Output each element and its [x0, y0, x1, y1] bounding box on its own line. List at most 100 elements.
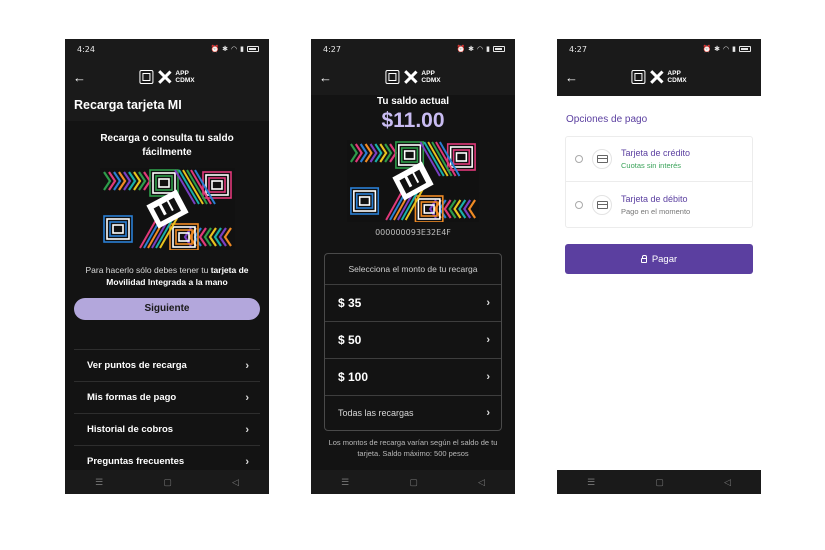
back-arrow-icon[interactable]: ←	[73, 70, 89, 85]
options-menu: Ver puntos de recarga › Mis formas de pag…	[74, 349, 260, 477]
cdmx-x-icon	[403, 70, 417, 84]
next-button[interactable]: Siguiente	[74, 298, 260, 320]
app-cdmx-logo: APP CDMX	[631, 70, 687, 84]
payment-option-subtitle: Pago en el momento	[621, 206, 691, 216]
status-time: 4:27	[323, 44, 341, 54]
balance-value: $11.00	[381, 109, 445, 132]
payment-option-subtitle: Cuotas sin interés	[621, 161, 682, 170]
amount-option-35[interactable]: $ 35 ›	[325, 285, 501, 322]
signal-icon: ▮	[486, 45, 490, 53]
amount-selector: Selecciona el monto de tu recarga $ 35 › …	[324, 253, 502, 431]
amount-option-50[interactable]: $ 50 ›	[325, 322, 501, 359]
radio-button[interactable]	[575, 200, 583, 209]
amount-prompt: Selecciona el monto de tu recarga	[325, 254, 501, 285]
cdmx-x-icon	[649, 70, 663, 84]
status-icons: ⏰ ✱ ◠ ▮	[210, 45, 259, 53]
alarm-icon: ⏰	[702, 45, 712, 53]
menu-item-historial[interactable]: Historial de cobros ›	[74, 413, 260, 445]
radio-button[interactable]	[575, 155, 583, 163]
status-bar: 4:27 ⏰ ✱ ◠ ▮	[557, 39, 761, 59]
instructions-text: Para hacerlo sólo debes tener tu tarjeta…	[85, 265, 249, 287]
battery-icon	[247, 46, 259, 52]
status-bar: 4:27 ⏰ ✱ ◠ ▮	[311, 39, 515, 59]
status-icons: ⏰ ✱ ◠ ▮	[456, 45, 505, 53]
back-triangle-icon[interactable]: ◁	[478, 477, 485, 488]
mi-card-artwork	[347, 140, 479, 222]
alarm-icon: ⏰	[210, 45, 220, 53]
home-icon[interactable]: ▢	[409, 477, 418, 488]
balance-label: Tu saldo actual	[376, 96, 450, 107]
screen-saldo-recarga: 4:27 ⏰ ✱ ◠ ▮ ← APP CDMX Tu saldo actual $…	[311, 39, 515, 494]
back-arrow-icon[interactable]: ←	[319, 70, 335, 85]
chevron-right-icon: ›	[486, 407, 490, 419]
lock-icon	[640, 255, 647, 263]
recharge-note: Los montos de recarga varían según el sa…	[328, 438, 498, 458]
app-bar: ← APP CDMX	[557, 59, 761, 95]
cdmx-seal-icon	[385, 70, 400, 84]
bluetooth-icon: ✱	[714, 45, 721, 53]
screen-recarga-tarjeta: 4:24 ⏰ ✱ ◠ ▮ ← APP CDMX Recarga tarjeta M…	[65, 39, 269, 494]
back-arrow-icon[interactable]: ←	[565, 70, 581, 85]
chevron-right-icon: ›	[486, 297, 490, 309]
menu-item-formas-pago[interactable]: Mis formas de pago ›	[74, 381, 260, 413]
payment-option-name: Tarjeta de débito	[621, 193, 688, 204]
debit-card-icon	[592, 194, 612, 215]
home-icon[interactable]: ▢	[655, 477, 664, 488]
app-bar: ← APP CDMX	[65, 59, 269, 95]
app-cdmx-logo: APP CDMX	[139, 70, 195, 84]
menu-item-puntos-recarga[interactable]: Ver puntos de recarga ›	[74, 349, 260, 381]
home-icon[interactable]: ▢	[163, 477, 172, 488]
chevron-right-icon: ›	[245, 455, 249, 468]
system-nav-bar: ☰ ▢ ◁	[65, 470, 269, 494]
page-title: Recarga tarjeta MI	[74, 98, 182, 112]
alarm-icon: ⏰	[456, 45, 466, 53]
status-bar: 4:24 ⏰ ✱ ◠ ▮	[65, 39, 269, 59]
payment-option-debit[interactable]: Tarjeta de débito Pago en el momento	[566, 182, 752, 227]
cdmx-x-icon	[157, 70, 171, 84]
chevron-right-icon: ›	[486, 334, 490, 346]
chevron-right-icon: ›	[245, 391, 249, 404]
payment-options-list: Tarjeta de crédito Cuotas sin interés Ta…	[565, 136, 753, 228]
screen-opciones-pago: 4:27 ⏰ ✱ ◠ ▮ ← APPCDMX Opciones de pago	[557, 39, 761, 494]
app-bar: ← APP CDMX	[311, 59, 515, 95]
chevron-right-icon: ›	[486, 371, 490, 383]
bluetooth-icon: ✱	[468, 45, 475, 53]
amount-option-100[interactable]: $ 100 ›	[325, 359, 501, 396]
bluetooth-icon: ✱	[222, 45, 229, 53]
app-cdmx-logo: APP CDMX	[385, 70, 441, 84]
chevron-right-icon: ›	[245, 423, 249, 436]
status-icons: ⏰ ✱ ◠ ▮	[702, 45, 751, 53]
back-triangle-icon[interactable]: ◁	[232, 477, 239, 488]
section-heading: Recarga o consulta tu saldo fácilmente	[100, 133, 234, 158]
pay-button[interactable]: Pagar	[565, 244, 753, 274]
menu-icon[interactable]: ☰	[341, 477, 349, 488]
logo-text: APP CDMX	[421, 70, 441, 84]
main-content: Tu saldo actual $11.00 000000093E32E4F S…	[311, 95, 515, 470]
wifi-icon: ◠	[723, 45, 730, 53]
status-time: 4:24	[77, 44, 95, 54]
wifi-icon: ◠	[231, 45, 238, 53]
card-number: 000000093E32E4F	[375, 228, 451, 237]
payment-option-credit[interactable]: Tarjeta de crédito Cuotas sin interés	[566, 137, 752, 182]
back-triangle-icon[interactable]: ◁	[724, 477, 731, 488]
signal-icon: ▮	[732, 45, 736, 53]
signal-icon: ▮	[240, 45, 244, 53]
status-time: 4:27	[569, 44, 587, 54]
cdmx-seal-icon	[139, 70, 154, 84]
wifi-icon: ◠	[477, 45, 484, 53]
top-bar: 4:27 ⏰ ✱ ◠ ▮ ← APP CDMX	[557, 39, 761, 96]
mi-card-artwork	[99, 168, 235, 250]
logo-text: APP CDMX	[667, 70, 687, 84]
battery-icon	[739, 46, 751, 52]
cdmx-seal-icon	[631, 70, 646, 84]
menu-icon[interactable]: ☰	[95, 477, 103, 488]
credit-card-icon	[592, 149, 612, 169]
payment-option-name: Tarjeta de crédito	[621, 148, 691, 158]
menu-icon[interactable]: ☰	[587, 477, 595, 488]
all-recharges-link[interactable]: Todas las recargas ›	[325, 396, 501, 430]
chevron-right-icon: ›	[245, 359, 249, 372]
system-nav-bar: ☰ ▢ ◁	[311, 470, 515, 494]
system-nav-bar: ☰ ▢ ◁	[557, 470, 761, 494]
logo-text: APP CDMX	[175, 70, 195, 84]
main-content: Opciones de pago Tarjeta de crédito Cuot…	[557, 96, 761, 470]
